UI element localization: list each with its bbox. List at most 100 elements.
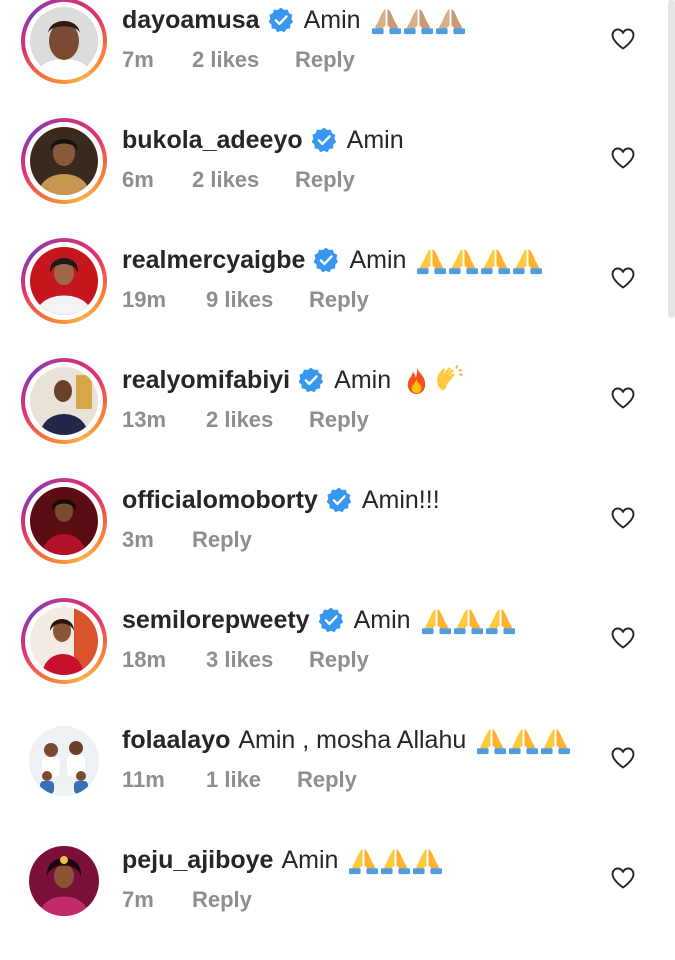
heart-outline-icon[interactable] [610, 27, 636, 51]
username[interactable]: bukola_adeeyo [122, 124, 303, 156]
heart-outline-icon[interactable] [610, 746, 636, 770]
avatar[interactable] [21, 838, 107, 924]
comment-item: dayoamusa Amin 7m 2 likes Reply [0, 0, 675, 120]
comment-text: Amin [303, 6, 361, 34]
avatar-photo [30, 247, 98, 315]
username[interactable]: peju_ajiboye [122, 844, 273, 876]
folded-hands-emoji [480, 245, 511, 276]
likes-count[interactable]: 9 likes [206, 287, 309, 313]
comment-item: officialomoborty Amin!!! 3m Reply [0, 478, 675, 600]
avatar-photo [30, 7, 98, 75]
reply-button[interactable]: Reply [309, 647, 369, 673]
comment-time: 19m [122, 287, 167, 312]
reply-button[interactable]: Reply [309, 407, 369, 433]
comment-time: 11m [122, 767, 165, 792]
comment-text: Amin [353, 606, 411, 634]
comment-item: folaalayo Amin , mosha Allahu 11m 1 like R… [0, 718, 675, 840]
reply-button[interactable]: Reply [297, 767, 357, 793]
folded-hands-emoji [540, 725, 571, 756]
avatar[interactable] [21, 598, 107, 684]
folded-hands-emoji [416, 245, 447, 276]
pray-emoji-group [348, 845, 443, 876]
likes-count[interactable]: 3 likes [206, 647, 309, 673]
pray-emoji-group [371, 5, 466, 36]
likes-count[interactable]: 2 likes [192, 167, 295, 193]
pray-emoji-group [416, 245, 543, 276]
comment-text: Amin [281, 846, 339, 874]
username[interactable]: officialomoborty [122, 484, 318, 516]
folded-hands-emoji [453, 605, 484, 636]
comment-item: realyomifabiyi Amin 13m 2 likes Reply [0, 358, 675, 480]
pray-emoji-group [476, 725, 571, 756]
likes-count[interactable]: 2 likes [206, 407, 309, 433]
folded-hands-emoji [348, 845, 379, 876]
folded-hands-emoji [448, 245, 479, 276]
heart-outline-icon[interactable] [610, 266, 636, 290]
comment-time: 7m [122, 47, 154, 72]
clapping-hands-emoji [433, 365, 464, 396]
reply-button[interactable]: Reply [192, 887, 252, 913]
username[interactable]: realyomifabiyi [122, 364, 290, 396]
comment-text: Amin [349, 246, 407, 274]
verified-badge-icon [268, 7, 294, 33]
avatar-photo [30, 127, 98, 195]
folded-hands-emoji [403, 5, 434, 36]
folded-hands-emoji [435, 5, 466, 36]
scrollbar[interactable] [668, 0, 675, 318]
heart-outline-icon[interactable] [610, 626, 636, 650]
verified-badge-icon [326, 487, 352, 513]
comment-text: Amin [334, 366, 392, 394]
emoji-group [401, 365, 464, 396]
avatar-photo [30, 487, 98, 555]
comment-time: 6m [122, 167, 154, 192]
folded-hands-emoji [476, 725, 507, 756]
comment-text: Amin!!! [361, 486, 440, 514]
username[interactable]: semilorepweety [122, 604, 310, 636]
comment-item: bukola_adeeyo Amin 6m 2 likes Reply [0, 118, 675, 240]
avatar[interactable] [21, 238, 107, 324]
folded-hands-emoji [412, 845, 443, 876]
verified-badge-icon [313, 247, 339, 273]
username[interactable]: folaalayo [122, 724, 230, 756]
avatar[interactable] [21, 718, 107, 804]
reply-button[interactable]: Reply [309, 287, 369, 313]
avatar-photo [30, 367, 98, 435]
comment-time: 18m [122, 647, 167, 672]
heart-outline-icon[interactable] [610, 386, 636, 410]
comment-time: 3m [122, 527, 154, 552]
folded-hands-emoji [380, 845, 411, 876]
verified-badge-icon [311, 127, 337, 153]
likes-count[interactable]: 1 like [206, 767, 297, 793]
verified-badge-icon [318, 607, 344, 633]
reply-button[interactable]: Reply [295, 167, 355, 193]
avatar[interactable] [21, 0, 107, 84]
heart-outline-icon[interactable] [610, 506, 636, 530]
heart-outline-icon[interactable] [610, 146, 636, 170]
username[interactable]: realmercyaigbe [122, 244, 305, 276]
avatar-photo [29, 726, 99, 796]
comment-item: peju_ajiboye Amin 7m Reply [0, 838, 675, 960]
avatar[interactable] [21, 358, 107, 444]
reply-button[interactable]: Reply [192, 527, 252, 553]
avatar[interactable] [21, 478, 107, 564]
fire-emoji [401, 365, 432, 396]
folded-hands-emoji [508, 725, 539, 756]
comment-item: semilorepweety Amin 18m 3 likes Reply [0, 598, 675, 720]
comment-text: Amin [346, 126, 404, 154]
comment-time: 13m [122, 407, 167, 432]
verified-badge-icon [298, 367, 324, 393]
heart-outline-icon[interactable] [610, 866, 636, 890]
comment-item: realmercyaigbe Amin 19m 9 likes Reply [0, 238, 675, 360]
avatar-photo [30, 607, 98, 675]
comment-text: Amin , mosha Allahu [238, 726, 467, 754]
avatar-photo [29, 846, 99, 916]
pray-emoji-group [421, 605, 516, 636]
folded-hands-emoji [485, 605, 516, 636]
username[interactable]: dayoamusa [122, 4, 260, 36]
likes-count[interactable]: 2 likes [192, 47, 295, 73]
folded-hands-emoji [371, 5, 402, 36]
reply-button[interactable]: Reply [295, 47, 355, 73]
folded-hands-emoji [512, 245, 543, 276]
avatar[interactable] [21, 118, 107, 204]
comment-time: 7m [122, 887, 154, 912]
